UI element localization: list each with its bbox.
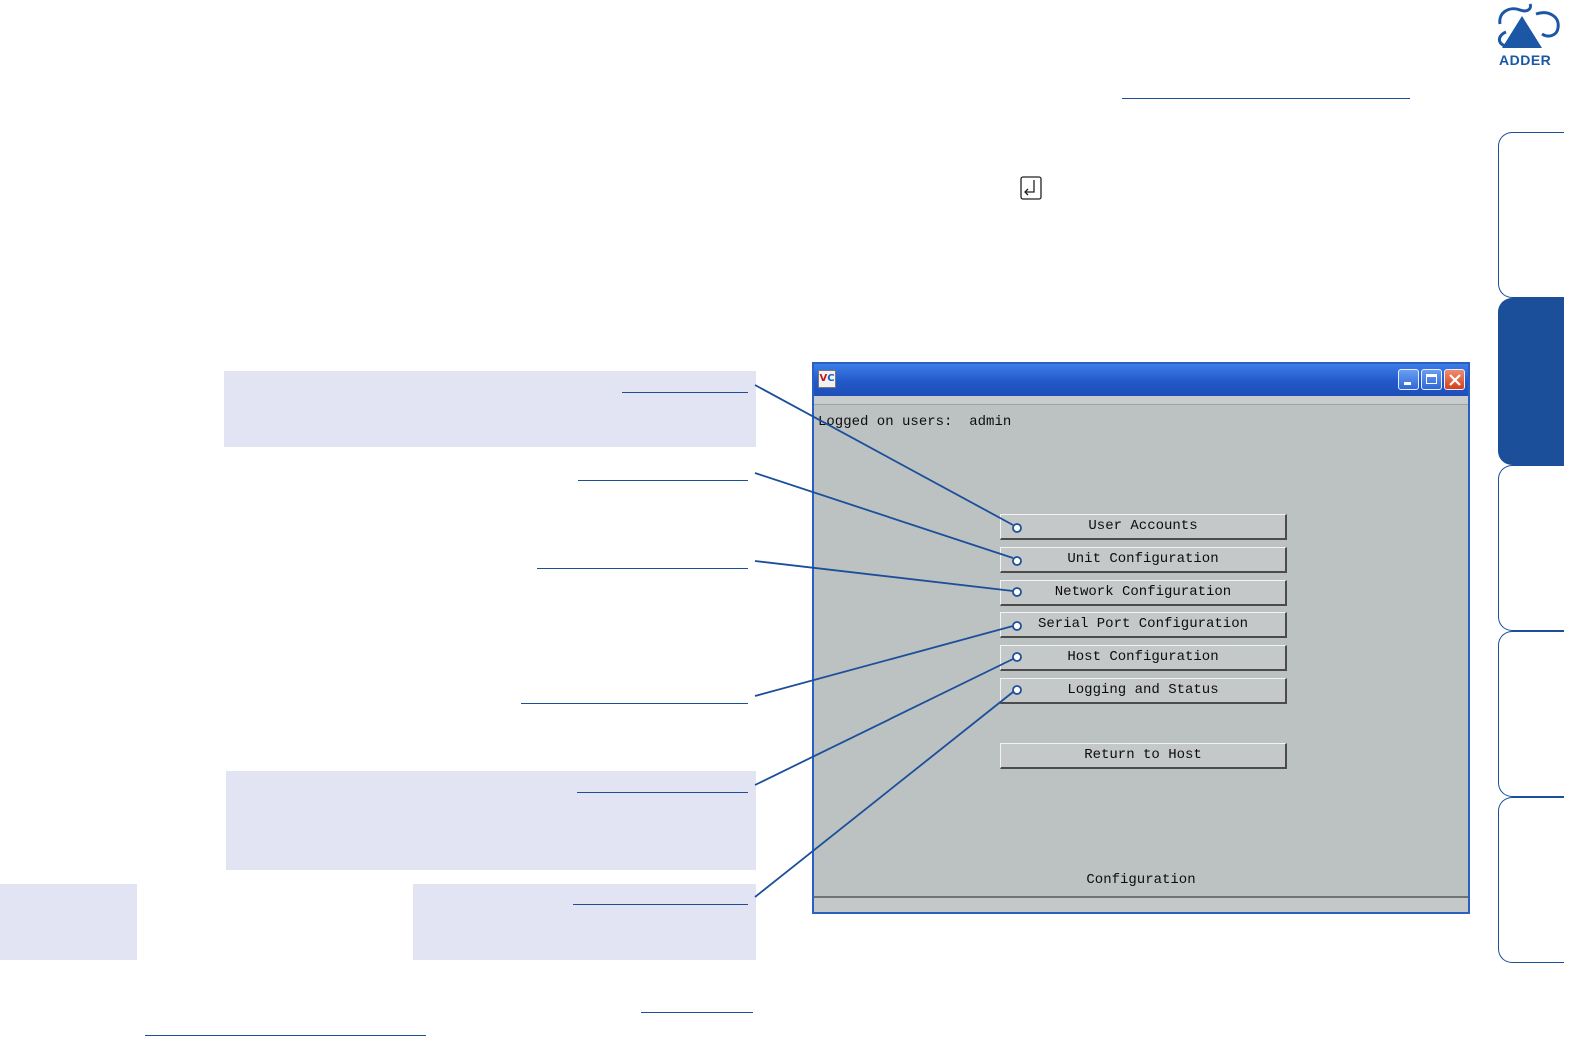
link-underline-user-accounts[interactable] bbox=[622, 392, 748, 393]
minimize-icon[interactable] bbox=[1398, 369, 1419, 390]
host-configuration-button[interactable]: Host Configuration bbox=[1000, 645, 1287, 671]
link-underline-top[interactable] bbox=[1122, 98, 1410, 99]
link-underline-bottom-left[interactable] bbox=[145, 1035, 426, 1036]
config-window: VC Logged on users: admin User Accounts … bbox=[812, 362, 1470, 914]
link-underline-bottom-right[interactable] bbox=[641, 1012, 753, 1013]
user-accounts-button[interactable]: User Accounts bbox=[1000, 514, 1287, 540]
link-underline-unit-configuration[interactable] bbox=[578, 480, 748, 481]
logged-on-users: Logged on users: admin bbox=[818, 414, 1011, 430]
side-tab-4[interactable] bbox=[1498, 631, 1564, 797]
logged-on-label: Logged on users: bbox=[818, 414, 953, 430]
callout-box-logging-status bbox=[413, 884, 756, 960]
enter-key-icon bbox=[1020, 176, 1042, 200]
close-icon[interactable] bbox=[1444, 369, 1465, 390]
link-underline-network-configuration[interactable] bbox=[537, 568, 748, 569]
window-footer-label: Configuration bbox=[1086, 872, 1196, 888]
unit-configuration-button[interactable]: Unit Configuration bbox=[1000, 547, 1287, 573]
side-tab-1[interactable] bbox=[1498, 132, 1564, 298]
serial-port-configuration-button[interactable]: Serial Port Configuration bbox=[1000, 612, 1287, 638]
window-menubar bbox=[814, 396, 1468, 405]
network-configuration-button[interactable]: Network Configuration bbox=[1000, 580, 1287, 606]
logging-and-status-button[interactable]: Logging and Status bbox=[1000, 678, 1287, 704]
callout-box-user-accounts bbox=[224, 371, 756, 447]
app-icon: VC bbox=[818, 370, 836, 388]
logo-wordmark: ADDER bbox=[1499, 52, 1552, 68]
window-statusbar bbox=[814, 896, 1468, 912]
side-tab-3[interactable] bbox=[1498, 465, 1564, 631]
logged-on-value: admin bbox=[969, 414, 1012, 430]
side-tab-2-active[interactable] bbox=[1498, 298, 1564, 465]
maximize-icon[interactable] bbox=[1421, 369, 1442, 390]
link-underline-logging-status[interactable] bbox=[573, 904, 748, 905]
return-to-host-button[interactable]: Return to Host bbox=[1000, 743, 1287, 769]
callout-box-host-configuration bbox=[226, 771, 756, 870]
side-note-box bbox=[0, 884, 137, 960]
window-titlebar[interactable]: VC bbox=[814, 364, 1468, 396]
link-underline-host-configuration[interactable] bbox=[577, 792, 748, 793]
side-tab-5[interactable] bbox=[1498, 797, 1564, 963]
link-underline-serial-port[interactable] bbox=[521, 703, 748, 704]
